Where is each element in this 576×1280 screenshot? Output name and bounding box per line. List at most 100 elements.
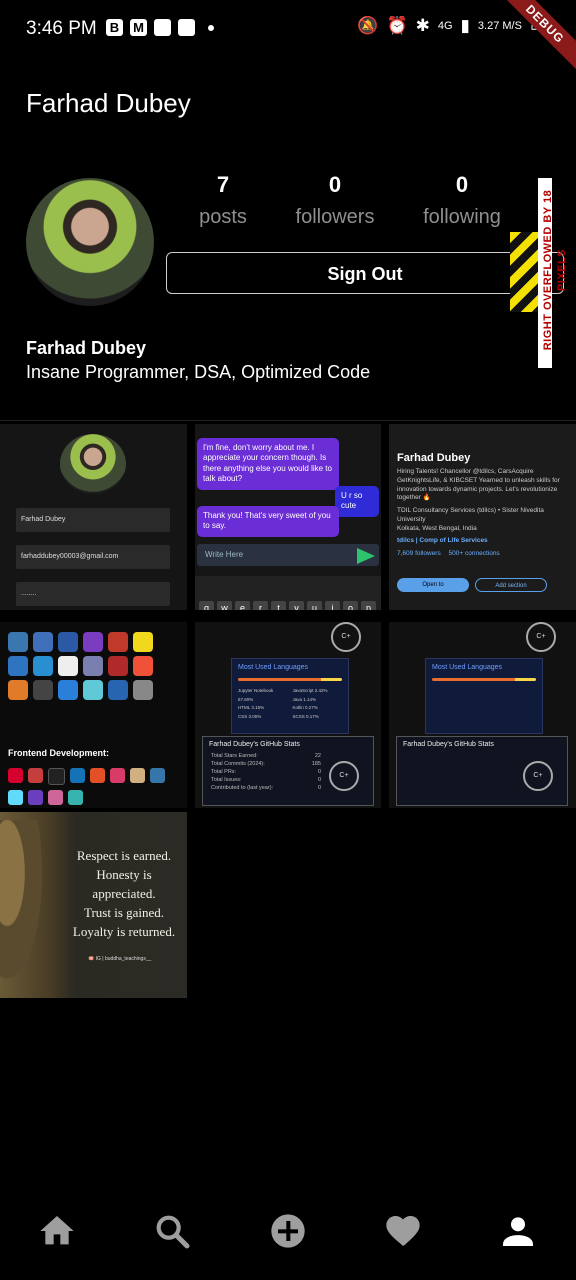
typescript-icon: [8, 656, 28, 676]
dart-icon: [33, 656, 53, 676]
python-icon: [150, 768, 165, 783]
r-icon: [108, 680, 128, 700]
post-thumbnail[interactable]: Farhad Dubey farhaddubey00003@gmail.com …: [0, 424, 187, 610]
posts-stat: 7 posts: [178, 172, 268, 229]
speed-label: 3.27 M/S: [477, 20, 522, 32]
stats-title: Farhad Dubey's GitHub Stats: [209, 741, 300, 748]
languages-bar: [238, 678, 342, 681]
stat-label: Total PRs:: [211, 769, 237, 775]
stat-line: Total PRs: 0: [203, 768, 329, 776]
key: t: [271, 601, 286, 610]
link-text: tdilcs | Comp of Life Services: [397, 537, 488, 545]
react-icon: [8, 790, 23, 805]
language-item: JavaScript 2.42%: [292, 688, 328, 693]
objc-icon: [108, 632, 128, 652]
bluetooth-icon: ✱: [415, 16, 430, 35]
chat-message: I'm fine, don't worry about me. I apprec…: [197, 438, 339, 490]
profile-icon: [503, 1217, 533, 1246]
github-stats-card: Farhad Dubey's GitHub Stats C+: [396, 736, 568, 806]
following-stat[interactable]: 0 following: [412, 172, 512, 229]
app-icon: [154, 19, 171, 36]
tech-icons-grid: [8, 632, 155, 700]
languages-title: Most Used Languages: [238, 664, 309, 671]
javascript-icon: [133, 632, 153, 652]
divider: [0, 420, 576, 421]
location-text: Kolkata, West Bengal, India: [397, 524, 477, 532]
redux-icon: [28, 790, 43, 805]
nav-search[interactable]: [151, 1210, 193, 1252]
sign-out-button[interactable]: Sign Out: [166, 252, 564, 294]
email-field: farhaddubey00003@gmail.com: [16, 545, 170, 569]
followers-label: followers: [295, 206, 375, 228]
quote-line: appreciated.: [92, 886, 156, 901]
stat-line: Total Commits (2024): 185: [203, 760, 329, 768]
post-thumbnail[interactable]: C+ Most Used Languages Jupyter Notebook …: [195, 622, 381, 808]
languages-title: Most Used Languages: [432, 664, 503, 671]
profile-name: Farhad Dubey: [26, 338, 147, 358]
scala-icon: [33, 680, 53, 700]
github-stats-card: Farhad Dubey's GitHub Stats Total Stars …: [202, 736, 374, 806]
add-section-button: Add section: [475, 578, 547, 592]
following-label: following: [423, 206, 501, 228]
rank-circle: C+: [329, 761, 359, 791]
profile-avatar[interactable]: [26, 178, 154, 306]
languages-card: Most Used Languages Jupyter Notebook 67.…: [231, 658, 349, 734]
nav-profile[interactable]: [497, 1210, 539, 1252]
key: u: [307, 601, 322, 610]
sass-icon: [48, 790, 63, 805]
debug-banner: DEBUG: [491, 0, 576, 78]
quote-line: Trust is gained.: [83, 905, 165, 920]
languages-card: Most Used Languages: [425, 658, 543, 734]
perl-icon: [58, 656, 78, 676]
quote-text: Respect is earned. Honesty is appreciate…: [64, 846, 184, 941]
profile-bio: Insane Programmer, DSA, Optimized Code: [26, 362, 371, 382]
followers-stat[interactable]: 0 followers: [282, 172, 388, 229]
overflow-stripes: [510, 232, 538, 312]
network-label: 4G: [437, 20, 453, 32]
rank-circle: C+: [526, 622, 556, 652]
search-icon: [156, 1215, 190, 1249]
angular-icon: [8, 768, 23, 783]
key: e: [235, 601, 250, 610]
name-field: Farhad Dubey: [16, 508, 170, 532]
more-notifications-dot: [208, 24, 214, 31]
keyboard: q w e r t y u i o p: [195, 576, 381, 610]
password-field: ........: [16, 582, 170, 606]
company-text: TDIL Consultancy Services (tdilcs) • Sis…: [397, 507, 544, 523]
ruby-icon: [108, 656, 128, 676]
post-thumbnail[interactable]: Farhad Dubey Hiring Talents! Chancellor …: [389, 424, 576, 610]
nav-add-post[interactable]: [267, 1210, 309, 1252]
status-time: 3:46 PM: [26, 18, 97, 39]
post-thumbnail[interactable]: Respect is earned. Honesty is appreciate…: [0, 812, 187, 998]
nav-home[interactable]: [36, 1210, 78, 1252]
post-thumbnail[interactable]: Frontend Development:: [0, 622, 187, 808]
key: y: [289, 601, 304, 610]
post-thumbnail[interactable]: C+ Most Used Languages Farhad Dubey's Gi…: [389, 622, 576, 808]
stat-label: Total Commits (2024):: [211, 761, 265, 767]
language-item: Java 1.14%: [292, 696, 317, 702]
followers-text: 7,609 followers: [397, 550, 441, 558]
open-to-button: Open to: [397, 578, 469, 592]
pug-icon: [130, 768, 145, 783]
solidity-icon: [58, 680, 78, 700]
chat-message: Thank you! That's very sweet of you to s…: [197, 506, 339, 537]
chat-app-icon: [178, 19, 195, 36]
stats-title: Farhad Dubey's GitHub Stats: [403, 741, 494, 748]
home-icon: [40, 1216, 74, 1245]
stat-value: 0: [317, 785, 321, 791]
following-count: 0: [455, 172, 469, 197]
stat-label: Total Stars Earned:: [211, 753, 258, 759]
languages-list: Jupyter Notebook 67.60% HTML 3.15% CSS 3…: [232, 683, 348, 725]
key: q: [199, 601, 214, 610]
language-item: SCSS 0.17%: [292, 713, 319, 719]
connections-text: 500+ connections: [448, 550, 500, 558]
post-thumbnail[interactable]: I'm fine, don't worry about me. I apprec…: [195, 424, 381, 610]
alarm-icon: ⏰: [386, 16, 408, 35]
stat-label: Contributed to (last year):: [211, 785, 274, 791]
languages-bar: [432, 678, 536, 681]
mute-icon: 🔕: [357, 16, 379, 35]
followers-count: 0: [328, 172, 342, 197]
key: i: [325, 601, 340, 610]
nav-activity[interactable]: [382, 1210, 424, 1252]
key: p: [361, 601, 376, 610]
